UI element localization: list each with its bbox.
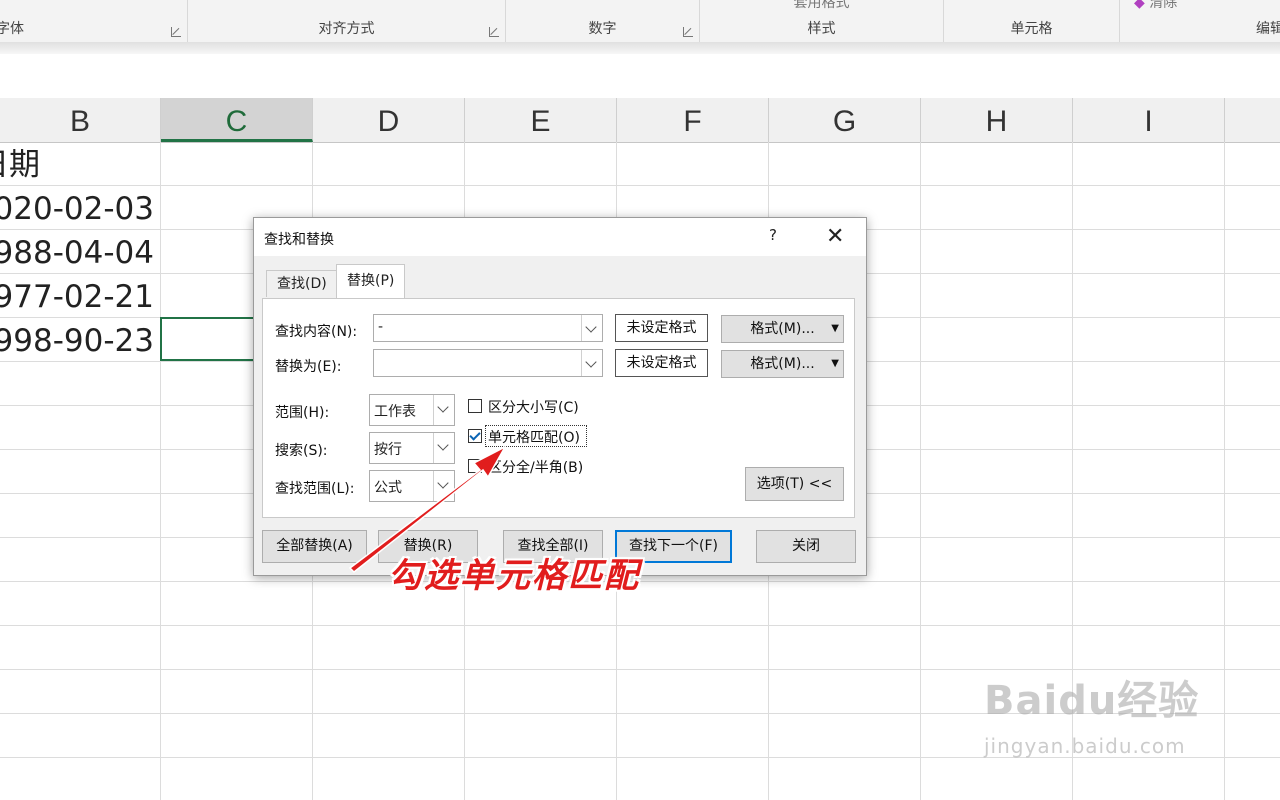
tab-replace[interactable]: 替换(P) bbox=[336, 264, 406, 298]
watermark: Baidu经验 jingyan.baidu.com bbox=[984, 668, 1200, 758]
watermark-brand: Baidu经验 bbox=[984, 678, 1200, 724]
annotation-text: 勾选单元格匹配 bbox=[388, 556, 640, 596]
watermark-url: jingyan.baidu.com bbox=[984, 734, 1186, 758]
